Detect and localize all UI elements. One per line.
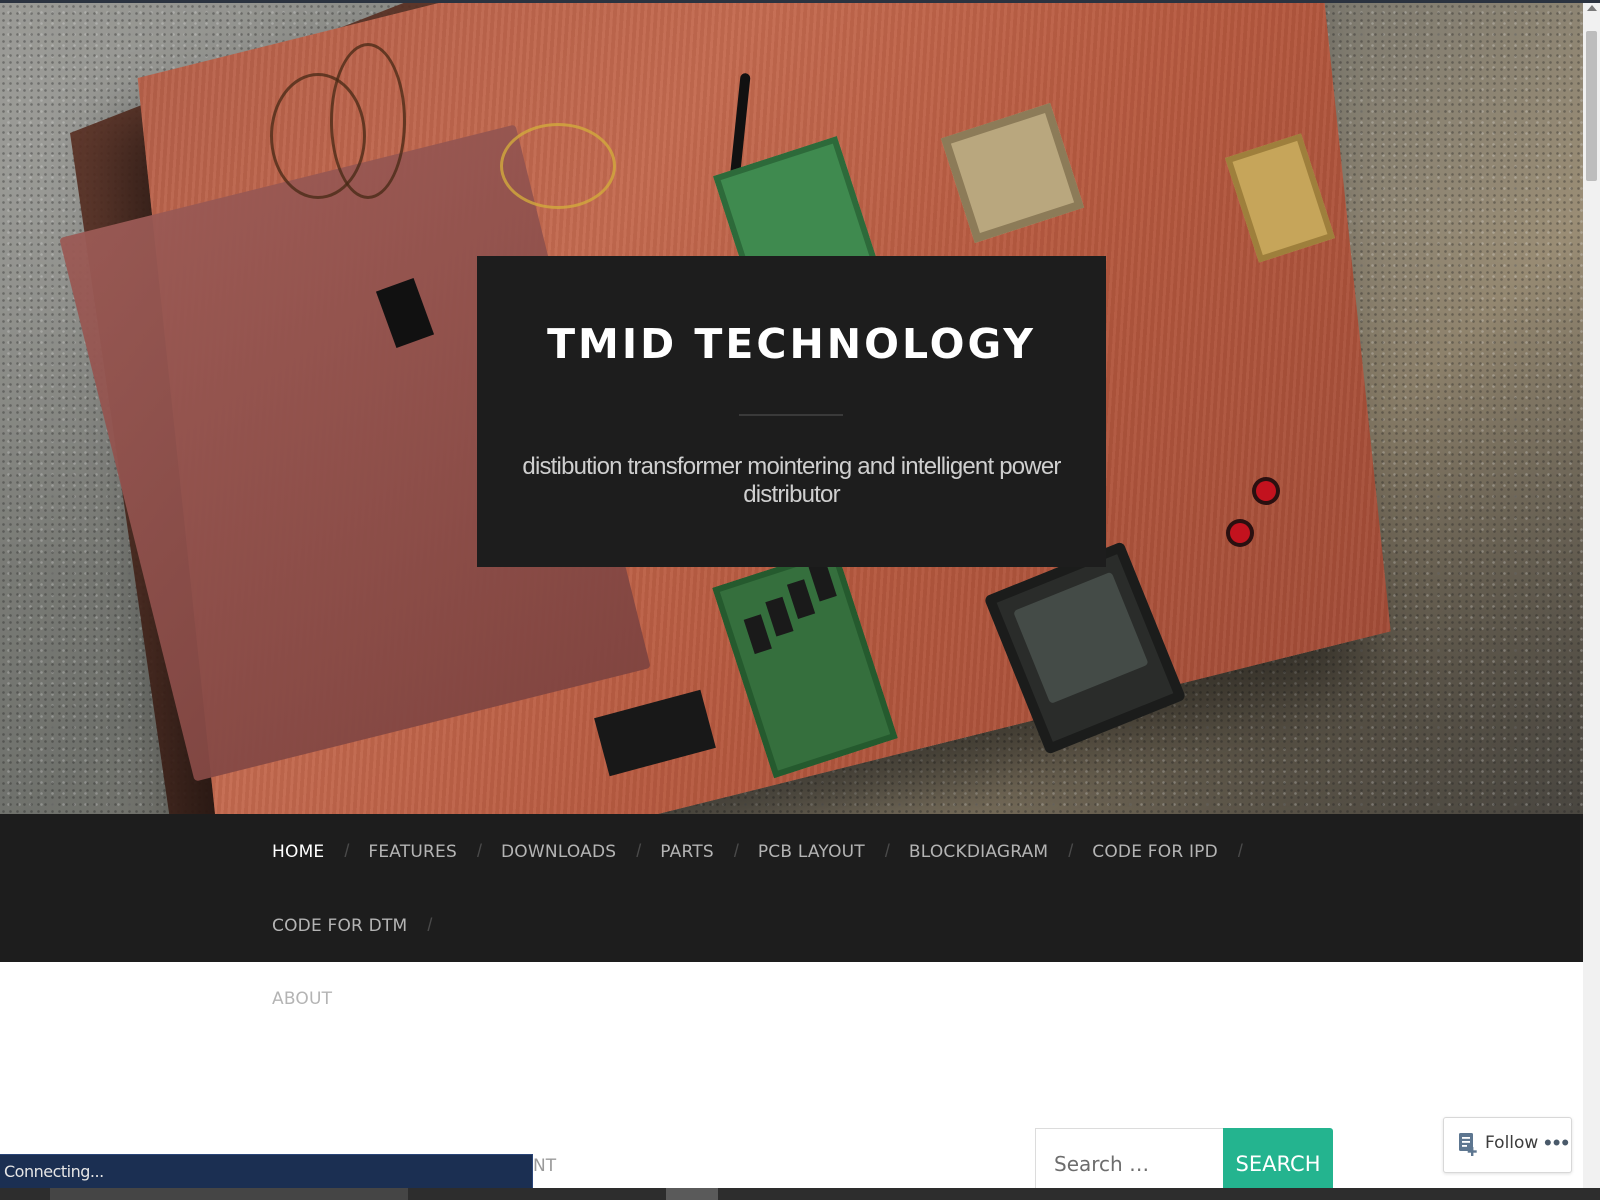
nav-separator: /	[1237, 841, 1243, 861]
browser-status-bar: Connecting...	[0, 1154, 533, 1189]
relay	[765, 596, 794, 637]
nav-item-parts: PARTS /	[660, 814, 758, 888]
nav-link-pcb-layout[interactable]: PCB LAYOUT	[758, 842, 865, 862]
nav-separator: /	[733, 841, 739, 861]
relay	[786, 579, 816, 619]
nav-link-downloads[interactable]: DOWNLOADS	[501, 842, 616, 862]
red-push-button	[1256, 481, 1276, 501]
nav-item-about: ABOUT	[272, 962, 332, 1036]
nav-link-code-for-dtm[interactable]: CODE FOR DTM	[272, 916, 407, 936]
nav-separator: /	[344, 841, 350, 861]
scrollbar-thumb[interactable]	[1586, 31, 1597, 181]
nav-item-downloads: DOWNLOADS /	[501, 814, 660, 888]
wire-loop-2	[330, 43, 406, 199]
nav-link-home[interactable]: HOME	[272, 842, 324, 862]
nav-separator: /	[884, 841, 890, 861]
nav-item-features: FEATURES /	[368, 814, 501, 888]
meter-face	[1013, 571, 1149, 705]
follow-widget[interactable]: Follow •••	[1443, 1117, 1572, 1173]
relay	[743, 614, 772, 655]
scroll-up-arrow-icon[interactable]	[1587, 5, 1597, 11]
site-branding: TMID TECHNOLOGY distibution transformer …	[477, 256, 1106, 567]
header-image: TMID TECHNOLOGY distibution transformer …	[0, 3, 1583, 814]
nav-link-features[interactable]: FEATURES	[368, 842, 457, 862]
entry-title-partial[interactable]: NT	[533, 1156, 556, 1176]
nav-item-home: HOME /	[272, 814, 368, 888]
os-taskbar	[0, 1188, 1600, 1200]
more-options-icon[interactable]: •••	[1544, 1130, 1570, 1156]
taskbar-item[interactable]	[50, 1188, 408, 1200]
vertical-scrollbar[interactable]	[1583, 3, 1600, 1200]
follow-label[interactable]: Follow	[1485, 1133, 1538, 1153]
nav-separator: /	[427, 915, 433, 935]
status-text: Connecting...	[4, 1162, 104, 1181]
relay	[808, 561, 837, 602]
nav-item-blockdiagram: BLOCKDIAGRAM /	[909, 814, 1092, 888]
reader-follow-icon	[1459, 1133, 1477, 1156]
red-push-button	[1230, 523, 1250, 543]
nav-item-code-for-dtm: CODE FOR DTM /	[272, 888, 451, 962]
site-title[interactable]: TMID TECHNOLOGY	[477, 320, 1106, 368]
nav-link-blockdiagram[interactable]: BLOCKDIAGRAM	[909, 842, 1048, 862]
taskbar-item[interactable]	[666, 1188, 718, 1200]
nav-separator: /	[477, 841, 483, 861]
nav-item-pcb-layout: PCB LAYOUT /	[758, 814, 909, 888]
primary-navigation: HOME / FEATURES / DOWNLOADS / PARTS / PCB LA…	[0, 814, 1583, 1009]
nav-menu: HOME / FEATURES / DOWNLOADS / PARTS / PCB LA…	[272, 814, 1392, 1036]
nav-link-parts[interactable]: PARTS	[660, 842, 714, 862]
nav-link-code-for-ipd[interactable]: CODE FOR IPD	[1092, 842, 1218, 862]
nav-separator: /	[636, 841, 642, 861]
site-tagline: distibution transformer mointering and i…	[522, 453, 1061, 508]
nav-item-code-for-ipd: CODE FOR IPD /	[1092, 814, 1262, 888]
nav-separator: /	[1068, 841, 1074, 861]
nav-link-about[interactable]: ABOUT	[272, 989, 332, 1009]
title-divider	[739, 414, 843, 416]
wire-loop-3	[500, 123, 616, 209]
